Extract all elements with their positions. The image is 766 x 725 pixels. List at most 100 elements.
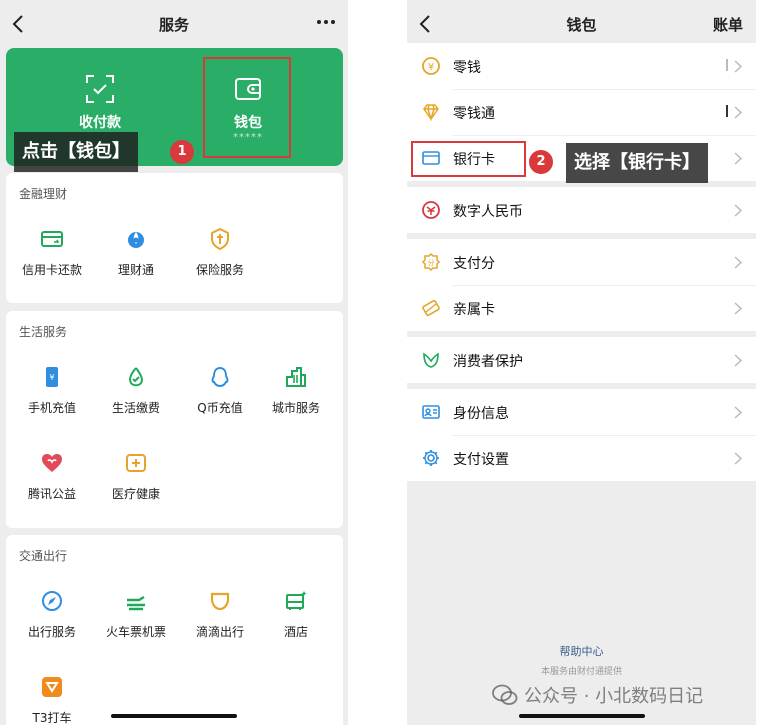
chevron-right-icon <box>734 60 742 73</box>
insurance-icon <box>211 227 229 251</box>
phone-topup-item[interactable]: ¥ 手机充值 <box>10 365 94 435</box>
chevron-right-icon <box>734 106 742 119</box>
yuan-coin-icon: ¥ <box>422 57 440 75</box>
wallet-row-pay-score[interactable]: 分 支付分 <box>407 239 756 285</box>
chevron-right-icon <box>734 204 742 217</box>
services-navbar: 服务 <box>0 0 348 48</box>
protection-group: 消费者保护 <box>407 337 756 383</box>
row-label: 零钱 <box>453 60 481 76</box>
chevron-right-icon <box>734 152 742 165</box>
wallet-screen: 钱包 账单 ¥ 零钱 零钱通 银行卡 数字人民币 分 支付分 亲属卡 消费者保护… <box>407 0 756 725</box>
watermark-text: 公众号 · 小北数码日记 <box>524 686 704 707</box>
family-card-icon <box>422 299 440 317</box>
q-coin-item[interactable]: Q币充值 <box>178 365 262 435</box>
t3-taxi-item[interactable]: T3打车 <box>10 675 94 725</box>
service-label: 信用卡还款 <box>21 263 82 277</box>
chevron-right-icon <box>734 452 742 465</box>
didi-icon <box>210 592 230 611</box>
t3-icon <box>42 677 62 697</box>
utility-icon <box>129 367 143 387</box>
medical-item[interactable]: 医疗健康 <box>94 451 178 521</box>
service-label: 火车票机票 <box>105 625 166 639</box>
wallet-icon <box>235 78 261 100</box>
wallet-row-change[interactable]: ¥ 零钱 <box>407 43 756 89</box>
scan-icon <box>86 75 114 103</box>
row-label: 身份信息 <box>453 406 509 422</box>
service-label: 城市服务 <box>271 401 320 415</box>
digital-rmb-group: 数字人民币 <box>407 187 756 233</box>
wallet-row-consumer-protection[interactable]: 消费者保护 <box>407 337 756 383</box>
wallet-row-digital-rmb[interactable]: 数字人民币 <box>407 187 756 233</box>
service-label: 滴滴出行 <box>195 625 244 639</box>
step-1-callout: 点击【钱包】 <box>14 132 138 172</box>
charity-item[interactable]: 腾讯公益 <box>10 451 94 521</box>
row-label: 支付分 <box>453 256 495 272</box>
life-services-section: 生活服务 ¥ 手机充值 生活缴费 Q币充值 城市服务 腾讯公益 医疗健康 <box>6 311 343 528</box>
service-label: 生活缴费 <box>111 401 160 415</box>
home-indicator <box>518 714 645 718</box>
bill-button[interactable]: 账单 <box>713 14 743 35</box>
travel-service-item[interactable]: 出行服务 <box>10 589 94 659</box>
service-label: 出行服务 <box>27 625 76 639</box>
section-title: 金融理财 <box>19 187 68 201</box>
wallet-row-pay-settings[interactable]: 支付设置 <box>407 435 756 481</box>
step-2-badge: 2 <box>529 150 553 174</box>
bank-card-icon <box>422 151 440 165</box>
train-flight-item[interactable]: 火车票机票 <box>94 589 178 659</box>
service-label: 理财通 <box>117 263 154 277</box>
svg-text:¥: ¥ <box>49 373 54 382</box>
id-card-icon <box>422 405 440 419</box>
service-provider-note: 本服务由财付通提供 <box>540 667 622 677</box>
wallet-label: 钱包 <box>234 115 262 131</box>
section-title: 生活服务 <box>19 325 68 339</box>
more-options-icon[interactable] <box>314 10 338 34</box>
credit-card-icon <box>41 231 63 247</box>
city-icon <box>286 367 306 387</box>
service-label: 医疗健康 <box>111 487 160 501</box>
chevron-right-icon <box>734 302 742 315</box>
page-title: 钱包 <box>566 16 597 34</box>
service-label: 保险服务 <box>195 263 244 277</box>
step-1-badge: 1 <box>170 140 194 164</box>
wallet-row-change-plus[interactable]: 零钱通 <box>407 89 756 135</box>
settings-gear-icon <box>423 450 439 466</box>
masked-amount-mark <box>726 59 728 71</box>
chevron-right-icon <box>734 406 742 419</box>
row-label: 数字人民币 <box>453 204 523 220</box>
protection-icon <box>423 352 439 368</box>
receive-pay-label: 收付款 <box>79 115 121 131</box>
charity-icon <box>42 454 62 472</box>
insurance-item[interactable]: 保险服务 <box>178 227 262 297</box>
train-icon <box>127 595 145 611</box>
utility-item[interactable]: 生活缴费 <box>94 365 178 435</box>
svg-text:¥: ¥ <box>428 62 434 73</box>
step-2-callout: 选择【银行卡】 <box>566 143 708 183</box>
wallet-row-family-card[interactable]: 亲属卡 <box>407 285 756 331</box>
chevron-right-icon <box>734 256 742 269</box>
page-title: 服务 <box>158 16 189 34</box>
row-label: 零钱通 <box>453 106 495 122</box>
didi-item[interactable]: 滴滴出行 <box>178 589 262 659</box>
masked-amount-mark <box>726 105 728 117</box>
wallet-row-identity[interactable]: 身份信息 <box>407 389 756 435</box>
home-indicator <box>111 714 237 718</box>
city-services-item[interactable]: 城市服务 <box>254 365 338 435</box>
credit-card-repay-item[interactable]: 信用卡还款 <box>10 227 94 297</box>
service-label: Q币充值 <box>197 401 243 415</box>
row-label: 消费者保护 <box>453 354 523 370</box>
wealth-item[interactable]: 理财通 <box>94 227 178 297</box>
finance-section: 金融理财 信用卡还款 理财通 保险服务 <box>6 173 343 303</box>
credit-group: 分 支付分 亲属卡 <box>407 239 756 331</box>
help-center-link[interactable]: 帮助中心 <box>407 643 756 659</box>
qq-icon <box>211 366 229 388</box>
service-label: 手机充值 <box>27 401 76 415</box>
hotel-item[interactable]: 酒店 <box>254 589 338 659</box>
row-label: 支付设置 <box>453 452 509 468</box>
settings-group: 身份信息 支付设置 <box>407 389 756 481</box>
services-screen: 服务 收付款 钱包 ***** 金融理财 信用卡还款 理财通 保险服务 生活服务… <box>0 0 348 725</box>
row-label: 亲属卡 <box>453 302 495 318</box>
diamond-icon <box>423 104 439 122</box>
transport-section: 交通出行 出行服务 火车票机票 滴滴出行 酒店 T3打车 <box>6 535 343 725</box>
digital-rmb-icon <box>422 201 440 219</box>
section-title: 交通出行 <box>19 549 68 563</box>
